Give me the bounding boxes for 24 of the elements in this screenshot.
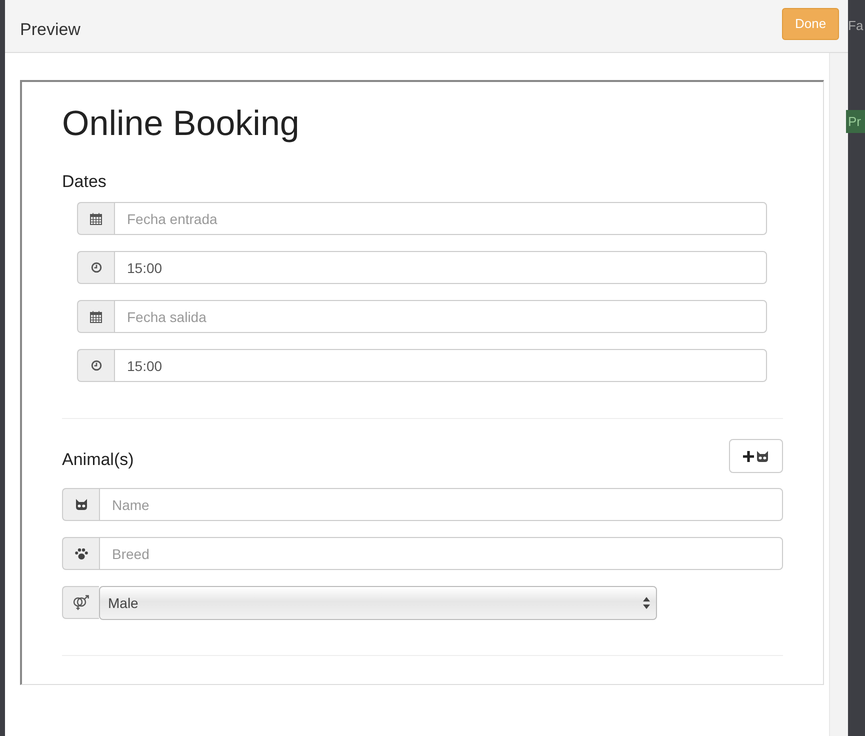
input-field[interactable]: Fecha salida	[114, 300, 767, 333]
backdrop-text: Pr	[846, 110, 865, 133]
select-arrows-icon	[643, 597, 650, 609]
input-field[interactable]: 15:00	[114, 251, 767, 284]
calendar-icon	[90, 310, 102, 322]
clock-icon	[90, 360, 102, 371]
plus-icon	[743, 450, 754, 462]
paw-icon	[74, 548, 88, 560]
form-title: Online Booking	[62, 104, 300, 144]
add-animal-button[interactable]	[729, 439, 783, 473]
gender-icon	[72, 594, 90, 610]
clock-icon	[90, 262, 102, 273]
calendar-icon	[90, 212, 102, 224]
input-field[interactable]: Name	[99, 488, 783, 521]
input-field[interactable]: Breed	[99, 537, 783, 570]
select-field[interactable]: Male	[99, 586, 657, 620]
modal-title: Preview	[20, 20, 80, 40]
cat-icon	[756, 450, 769, 462]
backdrop-text: Fa	[848, 18, 864, 33]
input-field[interactable]: 15:00	[114, 349, 767, 382]
cat-icon	[74, 499, 88, 510]
section-heading: Animal(s)	[62, 450, 134, 470]
section-heading: Dates	[62, 172, 108, 192]
input-field[interactable]: Fecha entrada	[114, 202, 767, 235]
